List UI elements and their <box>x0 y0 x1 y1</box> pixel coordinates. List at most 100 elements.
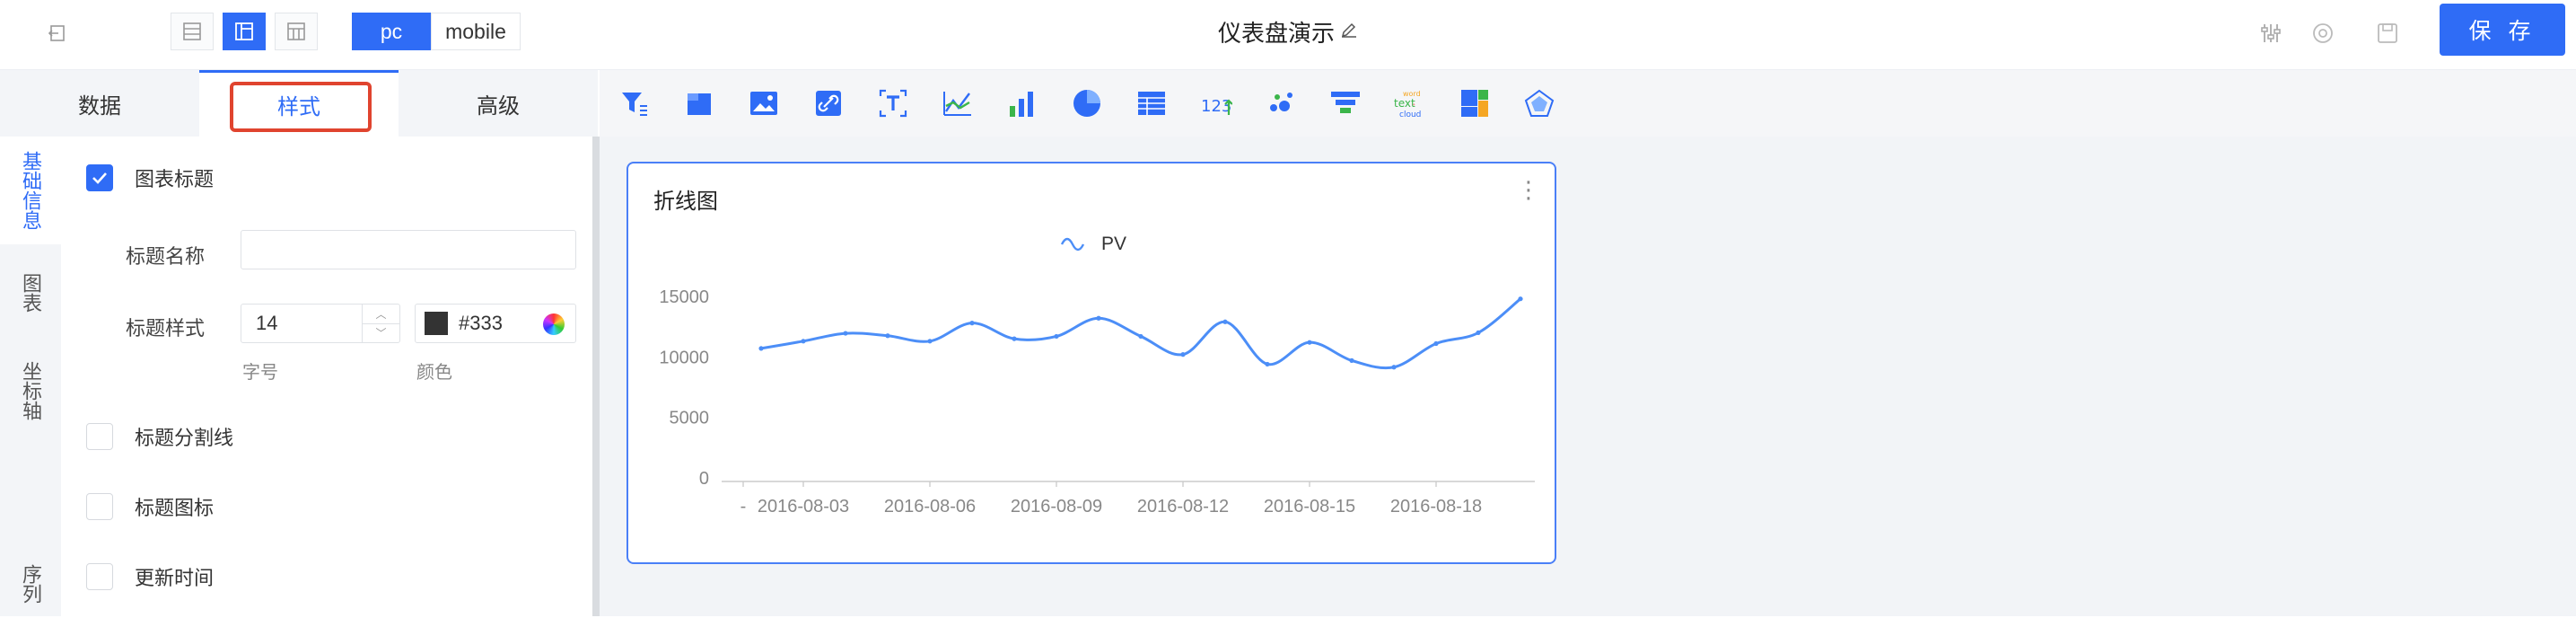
nav-series-label: 序列 <box>20 564 42 604</box>
chart-title-row: 图表标题 <box>86 163 214 192</box>
font-size-stepper[interactable]: 14 ︿ ﹀ <box>241 304 400 343</box>
config-panel: 数据 样式 高级 基础信息 图表 坐标轴 序列 图表标题 标题名称 标题样式 1… <box>0 70 600 618</box>
data-point-8 <box>1096 315 1101 321</box>
data-point-0 <box>758 346 764 351</box>
chart-type-toolbar: 123 word text ⁺ cloud <box>600 70 2576 137</box>
color-swatch <box>425 312 448 335</box>
table-icon[interactable] <box>1133 84 1170 122</box>
data-point-13 <box>1307 340 1312 345</box>
highlight-box <box>230 82 372 132</box>
nav-chart[interactable]: 图表 <box>0 273 61 336</box>
panel-scrollbar[interactable] <box>592 137 600 616</box>
title-style-label: 标题样式 <box>126 317 206 340</box>
scatter-icon[interactable] <box>1262 84 1300 122</box>
increment-icon[interactable]: ︿ <box>363 305 399 323</box>
style-form: 图表标题 标题名称 标题样式 14 ︿ ﹀ #333 字号 颜色 标题分割线 标… <box>61 137 592 616</box>
layout-sidebar-button[interactable] <box>223 13 266 50</box>
preview-icon[interactable] <box>2305 15 2341 51</box>
update-time-row: 更新时间 <box>86 562 214 591</box>
card-title: 折线图 <box>653 190 718 214</box>
chart-title-label: 图表标题 <box>135 168 215 190</box>
save-button[interactable]: 保 存 <box>2440 4 2565 56</box>
data-point-10 <box>1180 352 1186 358</box>
chart-title-checkbox[interactable] <box>86 164 113 191</box>
tab-advanced[interactable]: 高级 <box>399 70 598 137</box>
sliders-icon[interactable] <box>2253 15 2289 51</box>
color-wheel-icon[interactable] <box>543 313 565 335</box>
x-tick-label-3: 2016-08-09 <box>1011 497 1102 516</box>
pie-chart-icon[interactable] <box>1068 84 1106 122</box>
title-name-input[interactable] <box>241 230 576 269</box>
line-chart-card[interactable]: 折线图 ⋮ PV 0 5000 10000 15000-2016-08-03 2016-… <box>626 162 1556 564</box>
table-block-icon[interactable] <box>680 84 718 122</box>
nav-basic-info[interactable]: 基础信息 <box>0 137 61 244</box>
tab-data-label: 数据 <box>78 93 121 119</box>
treemap-icon[interactable] <box>1456 84 1494 122</box>
update-time-label: 更新时间 <box>135 567 215 589</box>
dashboard-canvas: 123 word text ⁺ cloud 折线图 ⋮ PV 0 5000 10000 15… <box>600 70 2576 616</box>
layout-rows-button[interactable] <box>171 13 214 50</box>
title-icon-checkbox[interactable] <box>86 493 113 520</box>
data-point-14 <box>1349 358 1354 363</box>
nav-axis[interactable]: 坐标轴 <box>0 361 61 442</box>
y-tick-label-3: 15000 <box>659 287 709 307</box>
update-time-checkbox[interactable] <box>86 563 113 590</box>
data-point-16 <box>1433 340 1439 347</box>
data-point-7 <box>1054 333 1059 340</box>
tab-data[interactable]: 数据 <box>0 70 199 137</box>
nav-axis-label: 坐标轴 <box>20 361 42 420</box>
x-tick-label-1: 2016-08-03 <box>758 497 849 516</box>
color-value: #333 <box>459 312 503 334</box>
text-icon[interactable] <box>874 84 912 122</box>
title-divider-checkbox[interactable] <box>86 423 113 450</box>
bar-chart-icon[interactable] <box>1003 84 1041 122</box>
decrement-icon[interactable]: ﹀ <box>363 322 399 343</box>
word-cloud-icon[interactable]: word text ⁺ cloud <box>1391 84 1429 122</box>
line-chart-svg: 0 5000 10000 15000 - 2016-08-03 2016-08-06 2016… <box>659 287 1535 516</box>
layout-columns-button[interactable] <box>275 13 318 50</box>
back-icon[interactable] <box>39 15 75 51</box>
edit-icon[interactable] <box>1340 21 1358 43</box>
save-draft-icon[interactable] <box>2370 15 2405 51</box>
tab-style[interactable]: 样式 <box>199 70 399 137</box>
data-point-2 <box>843 331 848 336</box>
filter-icon[interactable] <box>616 84 653 122</box>
title-icon-row: 标题图标 <box>86 492 214 521</box>
title-divider-row: 标题分割线 <box>86 422 233 451</box>
data-point-3 <box>885 333 890 339</box>
funnel-icon[interactable] <box>1327 84 1364 122</box>
line-chart-icon[interactable] <box>939 84 977 122</box>
mobile-button[interactable]: mobile <box>431 13 521 50</box>
number-icon[interactable]: 123 <box>1197 84 1235 122</box>
dashboard-title[interactable]: 仪表盘演示 <box>1218 15 1335 49</box>
more-menu-icon[interactable]: ⋮ <box>1517 178 1540 201</box>
y-tick-label-2: 10000 <box>659 348 709 367</box>
image-icon[interactable] <box>745 84 783 122</box>
tab-advanced-label: 高级 <box>477 93 520 119</box>
data-point-11 <box>1222 319 1228 324</box>
series-pv-line <box>760 297 1521 370</box>
device-toggle: pc mobile <box>352 13 521 50</box>
nav-basic-info-label: 基础信息 <box>20 151 42 230</box>
x-tick-label-6: 2016-08-18 <box>1390 497 1482 516</box>
data-point-5 <box>969 321 975 326</box>
data-point-12 <box>1265 361 1270 367</box>
data-point-18 <box>1518 296 1523 302</box>
font-size-value: 14 <box>256 312 278 334</box>
title-color-picker[interactable]: #333 <box>415 304 576 343</box>
x-tick-label-2: 2016-08-06 <box>884 497 976 516</box>
nav-chart-label: 图表 <box>20 273 42 313</box>
data-point-15 <box>1391 365 1397 370</box>
stepper-buttons: ︿ ﹀ <box>362 305 399 342</box>
x-tick-label-0: - <box>740 497 747 516</box>
nav-series[interactable]: 序列 <box>0 564 61 618</box>
y-tick-label-1: 5000 <box>670 409 710 428</box>
y-tick-label-0: 0 <box>699 469 709 489</box>
link-icon[interactable] <box>810 84 847 122</box>
color-caption: 颜色 <box>416 363 452 383</box>
config-tabs: 数据 样式 高级 <box>0 70 598 137</box>
radar-icon[interactable] <box>1520 84 1558 122</box>
pc-button[interactable]: pc <box>352 13 431 50</box>
data-point-1 <box>801 339 806 344</box>
svg-text:cloud: cloud <box>1399 110 1421 119</box>
